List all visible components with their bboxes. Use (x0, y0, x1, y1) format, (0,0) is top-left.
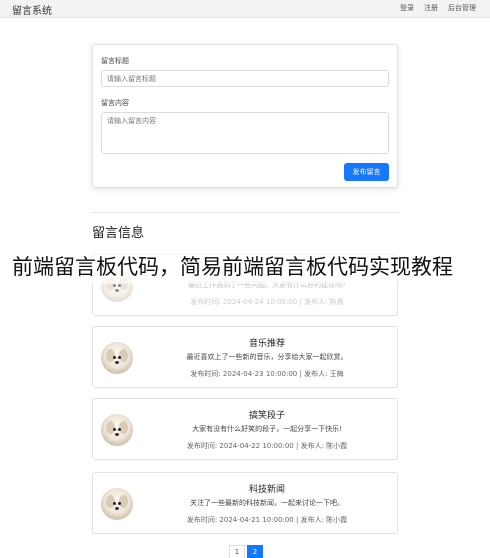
content-textarea[interactable] (101, 112, 389, 154)
message-meta: 发布时间: 2024-04-22 10:00:00 | 发布人: 陈小霞 (186, 442, 348, 450)
content-label: 留言内容 (101, 99, 129, 107)
overlay-caption: 前端留言板代码，简易前端留言板代码实现教程 (12, 250, 482, 284)
message-meta: 发布时间: 2024-04-21 10:00:00 | 发布人: 陈小霞 (186, 516, 348, 524)
submit-button[interactable]: 发布留言 (344, 163, 389, 181)
page-1-button[interactable]: 1 (229, 545, 245, 558)
title-input[interactable] (101, 70, 389, 87)
message-content: 大家有没有什么好笑的段子，一起分享一下快乐! (192, 425, 342, 433)
pagination: 1 2 (229, 545, 263, 558)
page-2-button[interactable]: 2 (247, 545, 263, 558)
message-content: 最近喜欢上了一些新的音乐，分享给大家一起欣赏。 (186, 353, 348, 361)
message-title: 音乐推荐 (248, 339, 285, 349)
app-title: 留言系统 (12, 6, 52, 17)
top-nav-links: 登录 注册 后台管理 (400, 3, 476, 13)
message-title: 科技新闻 (248, 485, 285, 495)
messages-heading: 留言信息 (92, 226, 145, 241)
message-meta: 发布时间: 2024-04-24 10:00:00 | 发布人: 陈晨 (190, 298, 344, 306)
admin-link[interactable]: 后台管理 (448, 3, 476, 13)
title-label: 留言标题 (101, 57, 129, 65)
message-meta: 发布时间: 2024-04-23 10:00:00 | 发布人: 王梅 (190, 370, 344, 378)
message-title: 搞笑段子 (248, 411, 285, 421)
avatar (101, 414, 133, 446)
avatar (101, 488, 133, 520)
message-content: 关注了一些最新的科技新闻，一起来讨论一下吧。 (190, 499, 344, 507)
top-navbar: 留言系统 登录 注册 后台管理 (0, 0, 490, 18)
login-link[interactable]: 登录 (400, 3, 414, 13)
section-divider (92, 212, 398, 213)
avatar (101, 342, 133, 374)
message-card: 科技新闻 关注了一些最新的科技新闻，一起来讨论一下吧。 发布时间: 2024-0… (92, 472, 398, 534)
message-card: 搞笑段子 大家有没有什么好笑的段子，一起分享一下快乐! 发布时间: 2024-0… (92, 398, 398, 460)
message-card: 音乐推荐 最近喜欢上了一些新的音乐，分享给大家一起欣赏。 发布时间: 2024-… (92, 326, 398, 388)
register-link[interactable]: 注册 (424, 3, 438, 13)
message-form: 留言标题 留言内容 发布留言 (92, 44, 398, 188)
